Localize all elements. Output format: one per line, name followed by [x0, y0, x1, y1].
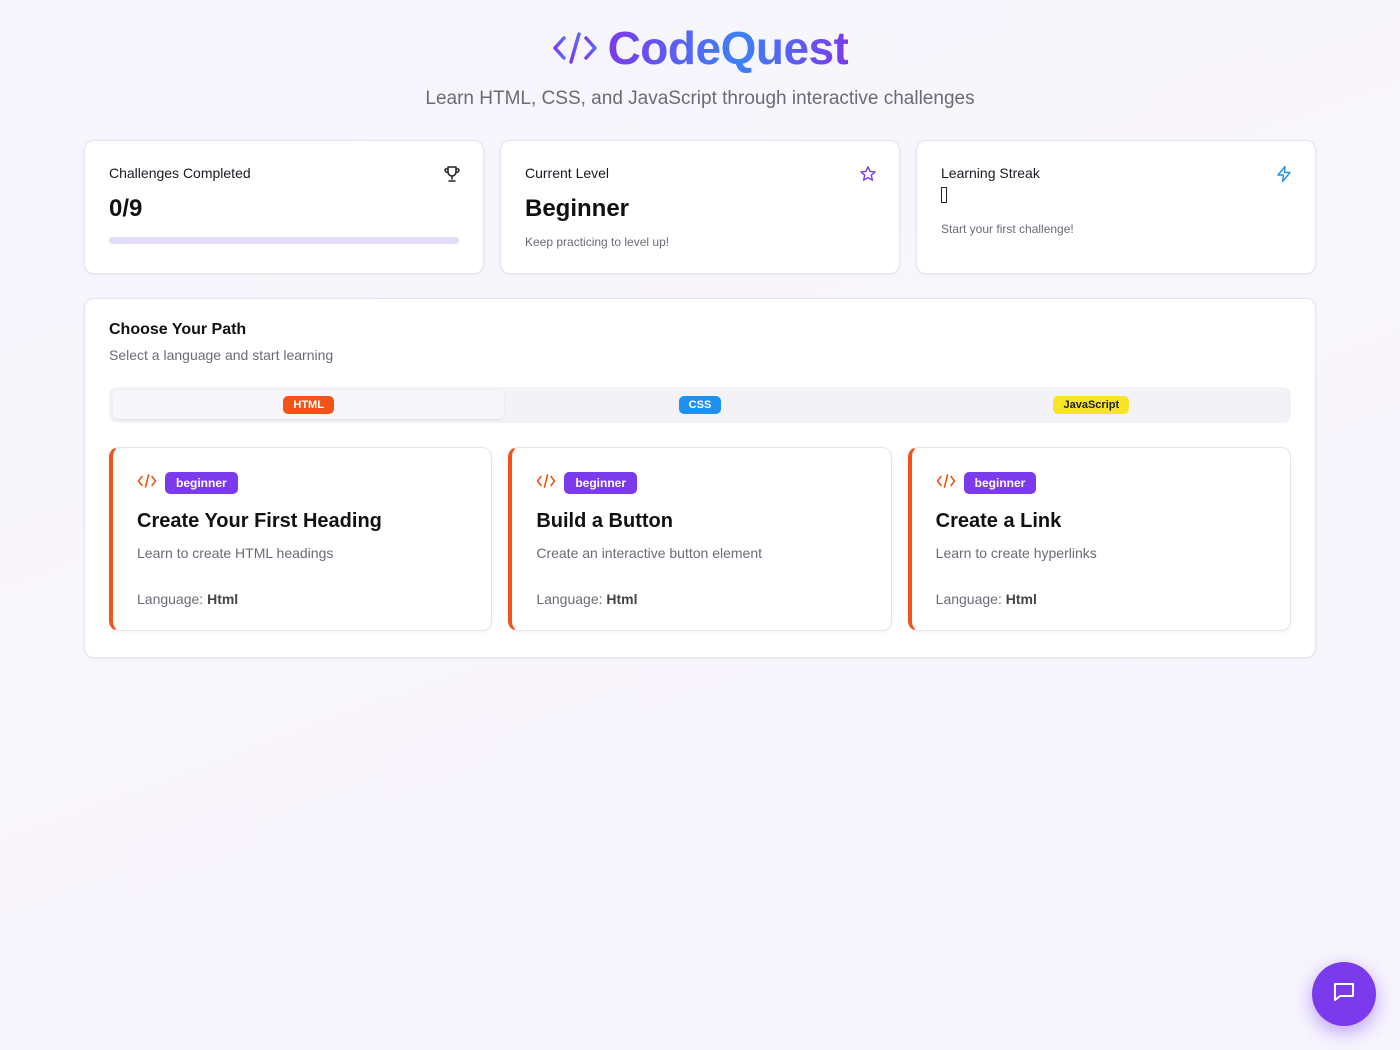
- choose-path-card: Choose Your Path Select a language and s…: [84, 298, 1316, 658]
- challenge-title: Build a Button: [536, 510, 673, 532]
- tab-label: HTML: [283, 396, 334, 414]
- challenge-description: Learn to create HTML headings: [137, 545, 334, 561]
- challenge-language: Language: Html: [536, 591, 866, 607]
- level-badge: beginner: [564, 472, 637, 494]
- trophy-icon: [443, 165, 461, 183]
- challenge-language: Language: Html: [137, 591, 467, 607]
- chat-button[interactable]: [1312, 962, 1376, 1026]
- challenge-description: Create an interactive button element: [536, 545, 763, 561]
- streak-value: [941, 181, 1291, 210]
- challenge-card[interactable]: beginner Build a Button Create an intera…: [508, 447, 892, 631]
- app-title: CodeQuest: [607, 22, 849, 74]
- challenge-title: Create a Link: [935, 510, 1062, 532]
- code-icon: [536, 473, 556, 494]
- challenge-card[interactable]: beginner Create Your First Heading Learn…: [109, 447, 493, 631]
- language-tabs: HTML CSS JavaScript: [109, 387, 1291, 423]
- language-label: Language:: [935, 591, 1002, 607]
- learning-streak-card: Learning Streak Start your first challen…: [916, 140, 1316, 274]
- language-value: Html: [1005, 591, 1037, 607]
- lightning-icon: [1275, 165, 1293, 183]
- code-icon: [137, 473, 157, 494]
- stat-subtitle: Keep practicing to level up!: [525, 235, 670, 249]
- header: CodeQuest Learn HTML, CSS, and JavaScrip…: [0, 22, 1400, 110]
- stat-value: Beginner: [525, 195, 630, 222]
- logo: CodeQuest: [0, 22, 1400, 74]
- stat-subtitle: Start your first challenge!: [941, 222, 1074, 236]
- challenges-completed-card: Challenges Completed 0/9: [84, 140, 484, 274]
- tagline: Learn HTML, CSS, and JavaScript through …: [425, 88, 975, 109]
- current-level-card: Current Level Beginner Keep practicing t…: [500, 140, 900, 274]
- stat-title: Challenges Completed: [109, 165, 251, 181]
- section-title: Choose Your Path: [109, 321, 247, 338]
- language-value: Html: [207, 591, 239, 607]
- chat-icon: [1331, 979, 1357, 1010]
- challenge-language: Language: Html: [936, 591, 1266, 607]
- code-icon: [552, 28, 598, 68]
- level-badge: beginner: [963, 472, 1037, 494]
- tab-css[interactable]: CSS: [504, 391, 895, 419]
- stat-value: 0/9: [109, 195, 143, 222]
- stats-row: Challenges Completed 0/9 Current Level B…: [84, 140, 1316, 274]
- tab-label: JavaScript: [1053, 396, 1130, 414]
- challenge-description: Learn to create hyperlinks: [935, 545, 1097, 561]
- stat-title: Current Level: [525, 165, 610, 181]
- challenge-card[interactable]: beginner Create a Link Learn to create h…: [907, 447, 1291, 631]
- section-subtitle: Select a language and start learning: [109, 347, 334, 363]
- tab-label: CSS: [678, 396, 722, 414]
- challenge-list: beginner Create Your First Heading Learn…: [109, 447, 1291, 631]
- streak-glyph: [941, 187, 947, 203]
- tab-javascript[interactable]: JavaScript: [896, 391, 1287, 419]
- language-value: Html: [606, 591, 638, 607]
- star-icon: [859, 165, 877, 183]
- code-icon: [936, 473, 956, 494]
- challenge-title: Create Your First Heading: [137, 510, 382, 532]
- tab-html[interactable]: HTML: [113, 391, 505, 419]
- level-badge: beginner: [165, 472, 238, 494]
- stat-title: Learning Streak: [941, 165, 1040, 181]
- language-label: Language:: [137, 591, 204, 607]
- language-label: Language:: [536, 591, 603, 607]
- progress-bar: [109, 237, 459, 244]
